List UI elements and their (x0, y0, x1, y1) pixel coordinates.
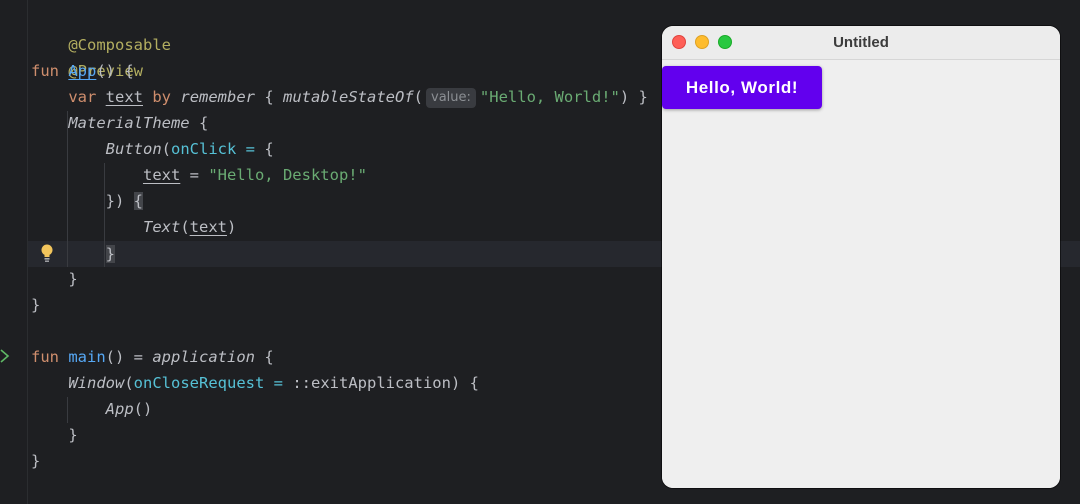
property: text (105, 88, 143, 106)
property: text (189, 218, 227, 236)
function-call: Button (105, 140, 162, 158)
code-line[interactable]: Text(text) (31, 214, 236, 240)
code-text: ( (161, 140, 171, 158)
code-text: } (31, 452, 41, 470)
matched-brace: { (133, 192, 143, 210)
app-window: Untitled Hello, World! (662, 26, 1060, 488)
code-line[interactable]: } (31, 422, 78, 448)
function-call: remember (180, 88, 256, 106)
code-line[interactable]: }) { (31, 188, 143, 214)
run-gutter-icon[interactable] (0, 349, 10, 363)
keyword: var (68, 88, 97, 106)
code-line[interactable]: @Preview (31, 32, 143, 80)
function-call: mutableStateOf (283, 88, 414, 106)
code-line[interactable]: } (31, 292, 40, 318)
code-text: () (133, 400, 153, 418)
function-name: main (68, 348, 106, 366)
code-line[interactable]: Button(onClick = { (31, 136, 274, 162)
hello-button[interactable]: Hello, World! (662, 66, 822, 109)
string-literal: "Hello, World!" (479, 88, 620, 106)
close-window-button[interactable] (672, 35, 686, 49)
code-text: } (31, 296, 41, 314)
window-content: Hello, World! (662, 60, 1060, 488)
function-name: App (68, 62, 97, 80)
code-text: { (264, 140, 274, 158)
code-text: ( (124, 374, 134, 392)
code-line[interactable]: App() (31, 396, 153, 422)
function-call: Text (142, 218, 181, 236)
code-text: ::exitApplication) { (292, 374, 479, 392)
named-argument: onClick (171, 140, 237, 158)
code-line[interactable]: } (31, 266, 78, 292)
function-call: MaterialTheme (68, 114, 190, 132)
code-text: () = (105, 348, 153, 366)
code-line[interactable]: fun App() { (31, 58, 134, 84)
code-text: () { (96, 62, 134, 80)
string-literal: "Hello, Desktop!" (208, 166, 367, 184)
code-text: = (264, 374, 293, 392)
code-line[interactable]: } (31, 448, 40, 474)
code-line[interactable]: @Composable (31, 6, 171, 54)
code-text: = (236, 140, 265, 158)
code-line[interactable]: text = "Hello, Desktop!" (31, 162, 367, 188)
minimize-window-button[interactable] (695, 35, 709, 49)
code-text: = (180, 166, 209, 184)
window-titlebar[interactable]: Untitled (662, 26, 1060, 60)
maximize-window-button[interactable] (718, 35, 732, 49)
code-text: { (189, 114, 209, 132)
keyword: fun (31, 348, 59, 366)
function-call: application (152, 348, 255, 366)
code-line[interactable]: fun main() = application { (31, 344, 274, 370)
code-text: ) (226, 218, 237, 236)
code-line[interactable]: MaterialTheme { (31, 110, 208, 136)
code-text: } (68, 270, 78, 288)
keyword: fun (31, 62, 59, 80)
function-call: Window (68, 374, 125, 392)
code-text: ) } (619, 88, 648, 106)
code-line[interactable]: } (31, 241, 115, 267)
property: text (142, 166, 181, 184)
code-line[interactable]: var text by remember { mutableStateOf(va… (31, 84, 648, 110)
code-text: { (255, 88, 284, 106)
code-text: ( (413, 88, 424, 106)
function-call: App (105, 400, 134, 418)
code-line[interactable]: Window(onCloseRequest = ::exitApplicatio… (31, 370, 479, 396)
code-text: ( (180, 218, 190, 236)
code-text: { (255, 348, 274, 366)
named-argument: onCloseRequest (133, 374, 265, 392)
code-text: }) (105, 192, 134, 210)
matched-brace: } (105, 245, 115, 263)
keyword: by (152, 88, 172, 106)
code-text: } (68, 426, 78, 444)
parameter-hint: value: (426, 88, 476, 108)
